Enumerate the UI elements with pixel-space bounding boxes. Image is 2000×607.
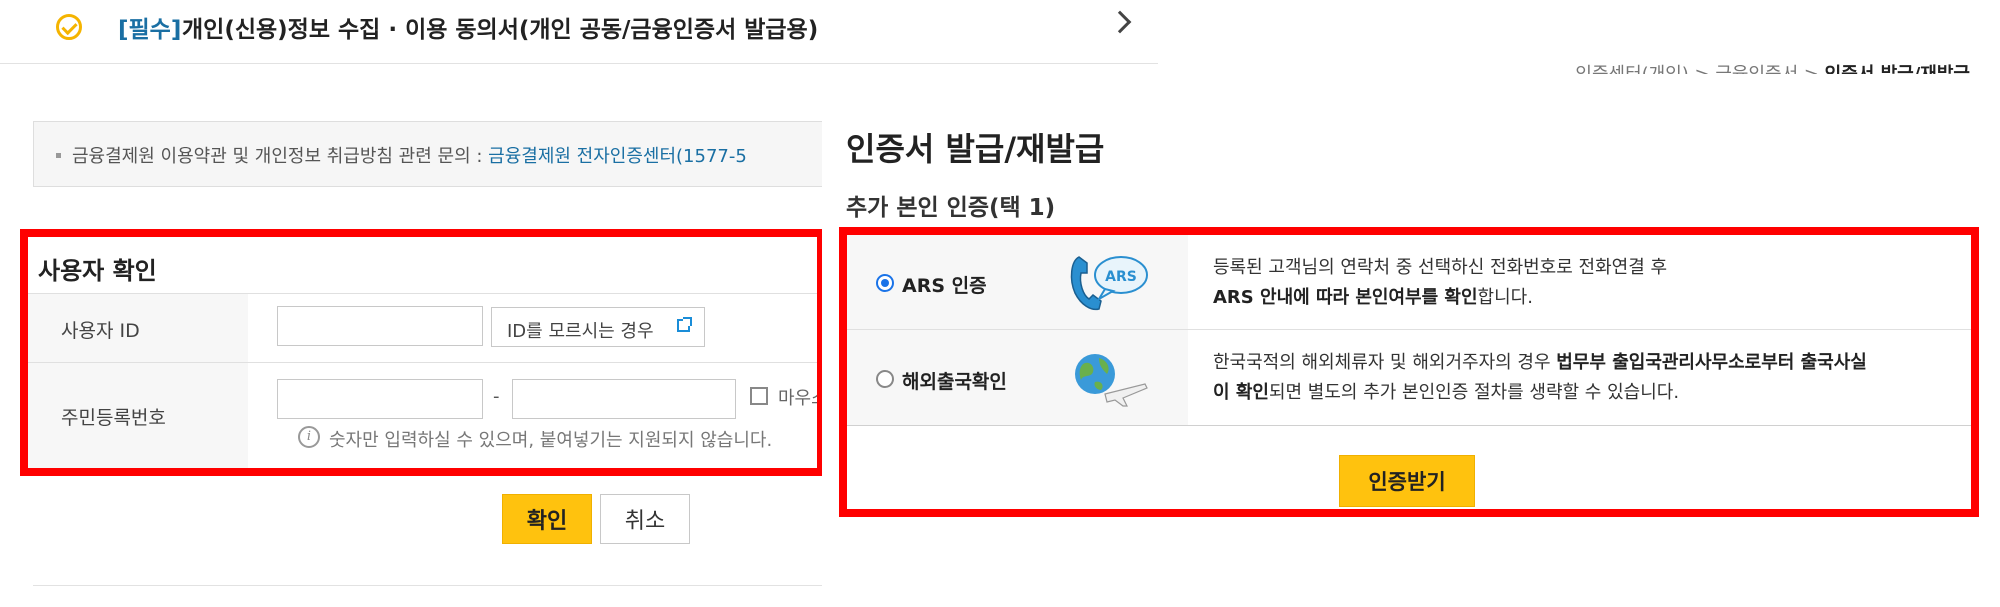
id-help-label: ID를 모르시는 경우 [507,321,654,342]
id-help-button[interactable]: ID를 모르시는 경우 [491,307,705,347]
auth-options-panel: ARS 인증 ARS 등록된 고객님의 연락처 중 선택하신 전화번호로 전화연… [839,227,1979,517]
confirm-button[interactable]: 확인 [502,494,592,544]
option-ars-desc: 등록된 고객님의 연락처 중 선택하신 전화번호로 전화연결 후 ARS 안내에… [1213,253,1963,313]
option-overseas-label: 해외출국확인 [902,371,1007,393]
info-icon: i [298,426,320,448]
user-id-label: 사용자 ID [61,320,140,342]
option-ars-label: ARS 인증 [902,275,987,297]
user-id-input[interactable] [277,306,483,346]
chevron-right-icon[interactable] [1108,10,1132,34]
desc-bold: 법무부 출입국관리사무소로부터 출국사실 [1556,352,1867,373]
mouse-input-checkbox[interactable] [750,387,768,405]
desc-line: 등록된 고객님의 연락처 중 선택하신 전화번호로 전화연결 후 [1213,257,1668,278]
bullet-icon [56,153,61,158]
ars-icon-text: ARS [1105,269,1137,285]
page-title: 인증서 발급/재발급 [846,130,1105,168]
option-left-cell: ARS 인증 ARS [847,235,1188,329]
desc-text: 한국국적의 해외체류자 및 해외거주자의 경우 [1213,352,1557,373]
label-cell: 사용자 ID [28,294,248,362]
breadcrumb-path[interactable]: 인증센터(개인) > 금융인증서 > [1575,64,1824,74]
rrn-row: 주민등록번호 - 마우스 i 숫자만 입력하실 수 있으며, 붙여넣기는 지원되… [28,362,825,468]
desc-line: 이 확인되면 별도의 추가 본인인증 절차를 생략할 수 있습니다. [1213,378,1963,408]
cancel-button[interactable]: 취소 [600,494,690,544]
rrn-label: 주민등록번호 [61,407,166,429]
right-panel: 인증센터(개인) > 금융인증서 > 인증서 발급/재발급 인증서 발급/재발급… [822,64,2000,607]
notice-prefix: 금융결제원 이용약관 및 개인정보 취급방침 관련 문의 : [72,146,489,167]
breadcrumb-current: 인증서 발급/재발급 [1825,64,1970,74]
radio-overseas[interactable] [876,370,894,388]
breadcrumb: 인증센터(개인) > 금융인증서 > 인증서 발급/재발급 [1575,60,1970,74]
label-cell: 주민등록번호 [28,363,248,468]
notice-text: 금융결제원 이용약관 및 개인정보 취급방침 관련 문의 : 금융결제원 전자인… [72,142,747,168]
desc-text: 되면 별도의 추가 본인인증 절차를 생략할 수 있습니다. [1268,382,1680,403]
desc-line: 한국국적의 해외체류자 및 해외거주자의 경우 법무부 출입국관리사무소로부터 … [1213,348,1963,378]
required-tag: [필수] [118,17,182,43]
rrn-dash: - [493,386,500,407]
get-auth-button[interactable]: 인증받기 [1339,455,1475,507]
info-text: 숫자만 입력하실 수 있으며, 붙여넣기는 지원되지 않습니다. [329,430,773,451]
globe-airplane-icon [1075,354,1148,407]
desc-bold: ARS 안내에 따라 본인여부를 확인 [1213,287,1478,308]
mouse-input-label: 마우스 [778,388,825,409]
section-title: 추가 본인 인증(택 1) [846,195,1056,221]
option-overseas-desc: 한국국적의 해외체류자 및 해외거주자의 경우 법무부 출입국관리사무소로부터 … [1213,348,1963,408]
check-circle-icon [56,14,82,40]
agreement-row[interactable]: [필수] 개인(신용)정보 수집 · 이용 동의서(개인 공동/금융인증서 발급… [0,0,1158,64]
agreement-title: 개인(신용)정보 수집 · 이용 동의서(개인 공동/금융인증서 발급용) [182,17,819,43]
option-ars[interactable]: ARS 인증 ARS 등록된 고객님의 연락처 중 선택하신 전화번호로 전화연… [847,235,1971,330]
option-overseas[interactable]: 해외출국확인 한국국적의 해외체류자 및 해외거주자의 경우 법무부 출입국관리… [847,330,1971,426]
notice-link[interactable]: 금융결제원 전자인증센터(1577-5 [488,146,747,167]
notice-box: 금융결제원 이용약관 및 개인정보 취급방침 관련 문의 : 금융결제원 전자인… [33,121,833,187]
user-id-row: 사용자 ID ID를 모르시는 경우 [28,293,817,362]
rrn-second-input[interactable] [512,379,736,419]
desc-bold: 이 확인 [1213,382,1269,403]
radio-ars[interactable] [876,274,894,292]
user-check-heading: 사용자 확인 [38,257,157,285]
rrn-first-input[interactable] [277,379,483,419]
external-link-icon [677,317,692,332]
user-check-panel: 사용자 확인 사용자 ID ID를 모르시는 경우 주민등록번호 - 마우스 i… [20,229,825,476]
option-left-cell: 해외출국확인 [847,330,1188,425]
desc-text: 합니다. [1477,287,1533,308]
desc-line: ARS 안내에 따라 본인여부를 확인합니다. [1213,283,1963,313]
ars-phone-icon: ARS [1070,256,1148,311]
